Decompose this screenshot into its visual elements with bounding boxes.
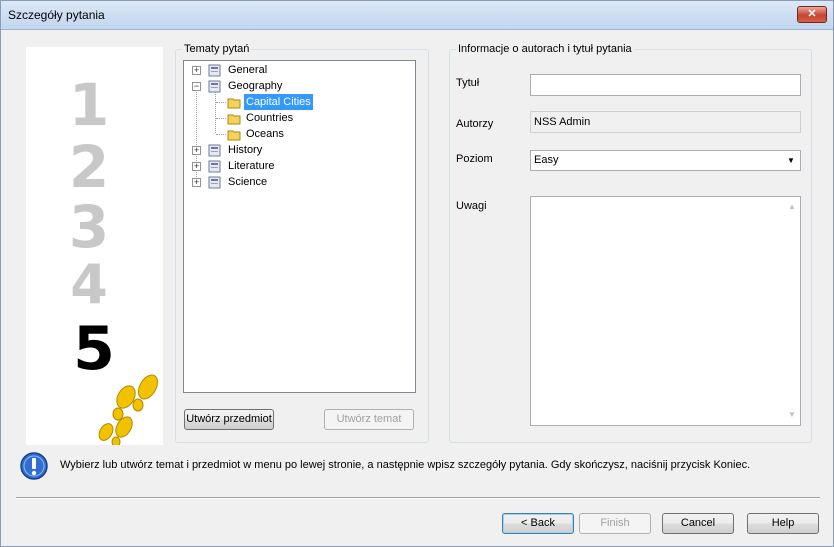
back-button[interactable]: < Back bbox=[502, 513, 574, 534]
topics-tree[interactable]: + General − Geography Capital Cities Cou… bbox=[183, 60, 416, 393]
steps-illustration: 1 2 3 4 5 bbox=[69, 71, 158, 445]
level-label: Poziom bbox=[456, 153, 493, 165]
tree-item-label: Literature bbox=[228, 160, 275, 172]
title-input[interactable] bbox=[530, 74, 801, 96]
tree-item-label: Geography bbox=[228, 80, 283, 92]
close-button[interactable]: ✕ bbox=[797, 6, 827, 23]
dialog-window: Szczegóły pytania ✕ 1 2 3 4 5 Tematy pyt… bbox=[0, 0, 834, 547]
create-topic-button[interactable]: Utwórz temat bbox=[324, 409, 414, 430]
tree-item-capital-cities[interactable]: Capital Cities bbox=[184, 94, 414, 110]
collapse-icon[interactable]: − bbox=[192, 82, 201, 91]
tree-item-label: Countries bbox=[246, 112, 294, 124]
folder-icon bbox=[227, 112, 241, 125]
dialog-content: 1 2 3 4 5 Tematy pytań + General − Geogr… bbox=[8, 31, 828, 541]
footer-divider bbox=[16, 497, 820, 499]
tree-item-literature[interactable]: + Literature bbox=[184, 158, 414, 174]
step-1-glyph: 1 bbox=[69, 71, 109, 139]
dropdown-arrow-icon[interactable]: ▼ bbox=[784, 153, 798, 168]
tree-item-general[interactable]: + General bbox=[184, 62, 414, 78]
scroll-down-icon[interactable]: ▼ bbox=[784, 407, 800, 423]
step-image-panel: 1 2 3 4 5 bbox=[26, 47, 163, 445]
tree-item-oceans[interactable]: Oceans bbox=[184, 126, 414, 142]
window-title: Szczegóły pytania bbox=[8, 8, 105, 22]
expand-icon[interactable]: + bbox=[192, 162, 201, 171]
book-icon bbox=[208, 144, 222, 157]
tree-item-history[interactable]: + History bbox=[184, 142, 414, 158]
topics-group-label: Tematy pytań bbox=[182, 43, 252, 55]
tree-item-label: Capital Cities bbox=[244, 94, 313, 110]
tree-item-countries[interactable]: Countries bbox=[184, 110, 414, 126]
scroll-up-icon[interactable]: ▲ bbox=[784, 199, 800, 215]
notes-label: Uwagi bbox=[456, 200, 487, 212]
notes-scrollbar[interactable]: ▲ ▼ bbox=[784, 197, 800, 425]
title-bar[interactable]: Szczegóły pytania ✕ bbox=[1, 1, 833, 30]
authors-field: NSS Admin bbox=[530, 111, 801, 133]
tree-item-science[interactable]: + Science bbox=[184, 174, 414, 190]
book-icon bbox=[208, 176, 222, 189]
expand-icon[interactable]: + bbox=[192, 66, 201, 75]
title-label: Tytuł bbox=[456, 77, 480, 89]
create-subject-button[interactable]: Utwórz przedmiot bbox=[184, 409, 274, 430]
finish-button[interactable]: Finish bbox=[579, 513, 651, 534]
book-icon bbox=[208, 80, 222, 93]
tree-item-label: Oceans bbox=[246, 128, 284, 140]
level-select[interactable]: Easy ▼ bbox=[530, 150, 801, 171]
step-3-glyph: 3 bbox=[69, 193, 109, 261]
expand-icon[interactable]: + bbox=[192, 146, 201, 155]
folder-icon bbox=[227, 96, 241, 109]
expand-icon[interactable]: + bbox=[192, 178, 201, 187]
help-button[interactable]: Help bbox=[747, 513, 819, 534]
tree-item-geography[interactable]: − Geography bbox=[184, 78, 414, 94]
notes-textarea[interactable]: ▲ ▼ bbox=[530, 196, 801, 426]
info-group-label: Informacje o autorach i tytuł pytania bbox=[456, 43, 634, 55]
tree-item-label: History bbox=[228, 144, 263, 156]
authors-label: Autorzy bbox=[456, 118, 494, 130]
book-icon bbox=[208, 64, 222, 77]
tree-item-label: Science bbox=[228, 176, 268, 188]
tree-item-label: General bbox=[228, 64, 268, 76]
step-5-glyph: 5 bbox=[73, 314, 115, 384]
cancel-button[interactable]: Cancel bbox=[662, 513, 734, 534]
step-2-glyph: 2 bbox=[69, 133, 109, 201]
level-select-value: Easy bbox=[534, 154, 559, 166]
folder-icon bbox=[227, 128, 241, 141]
hint-text: Wybierz lub utwórz temat i przedmiot w m… bbox=[60, 459, 751, 471]
step-4-glyph: 4 bbox=[70, 253, 108, 316]
info-icon bbox=[19, 451, 49, 481]
book-icon bbox=[208, 160, 222, 173]
